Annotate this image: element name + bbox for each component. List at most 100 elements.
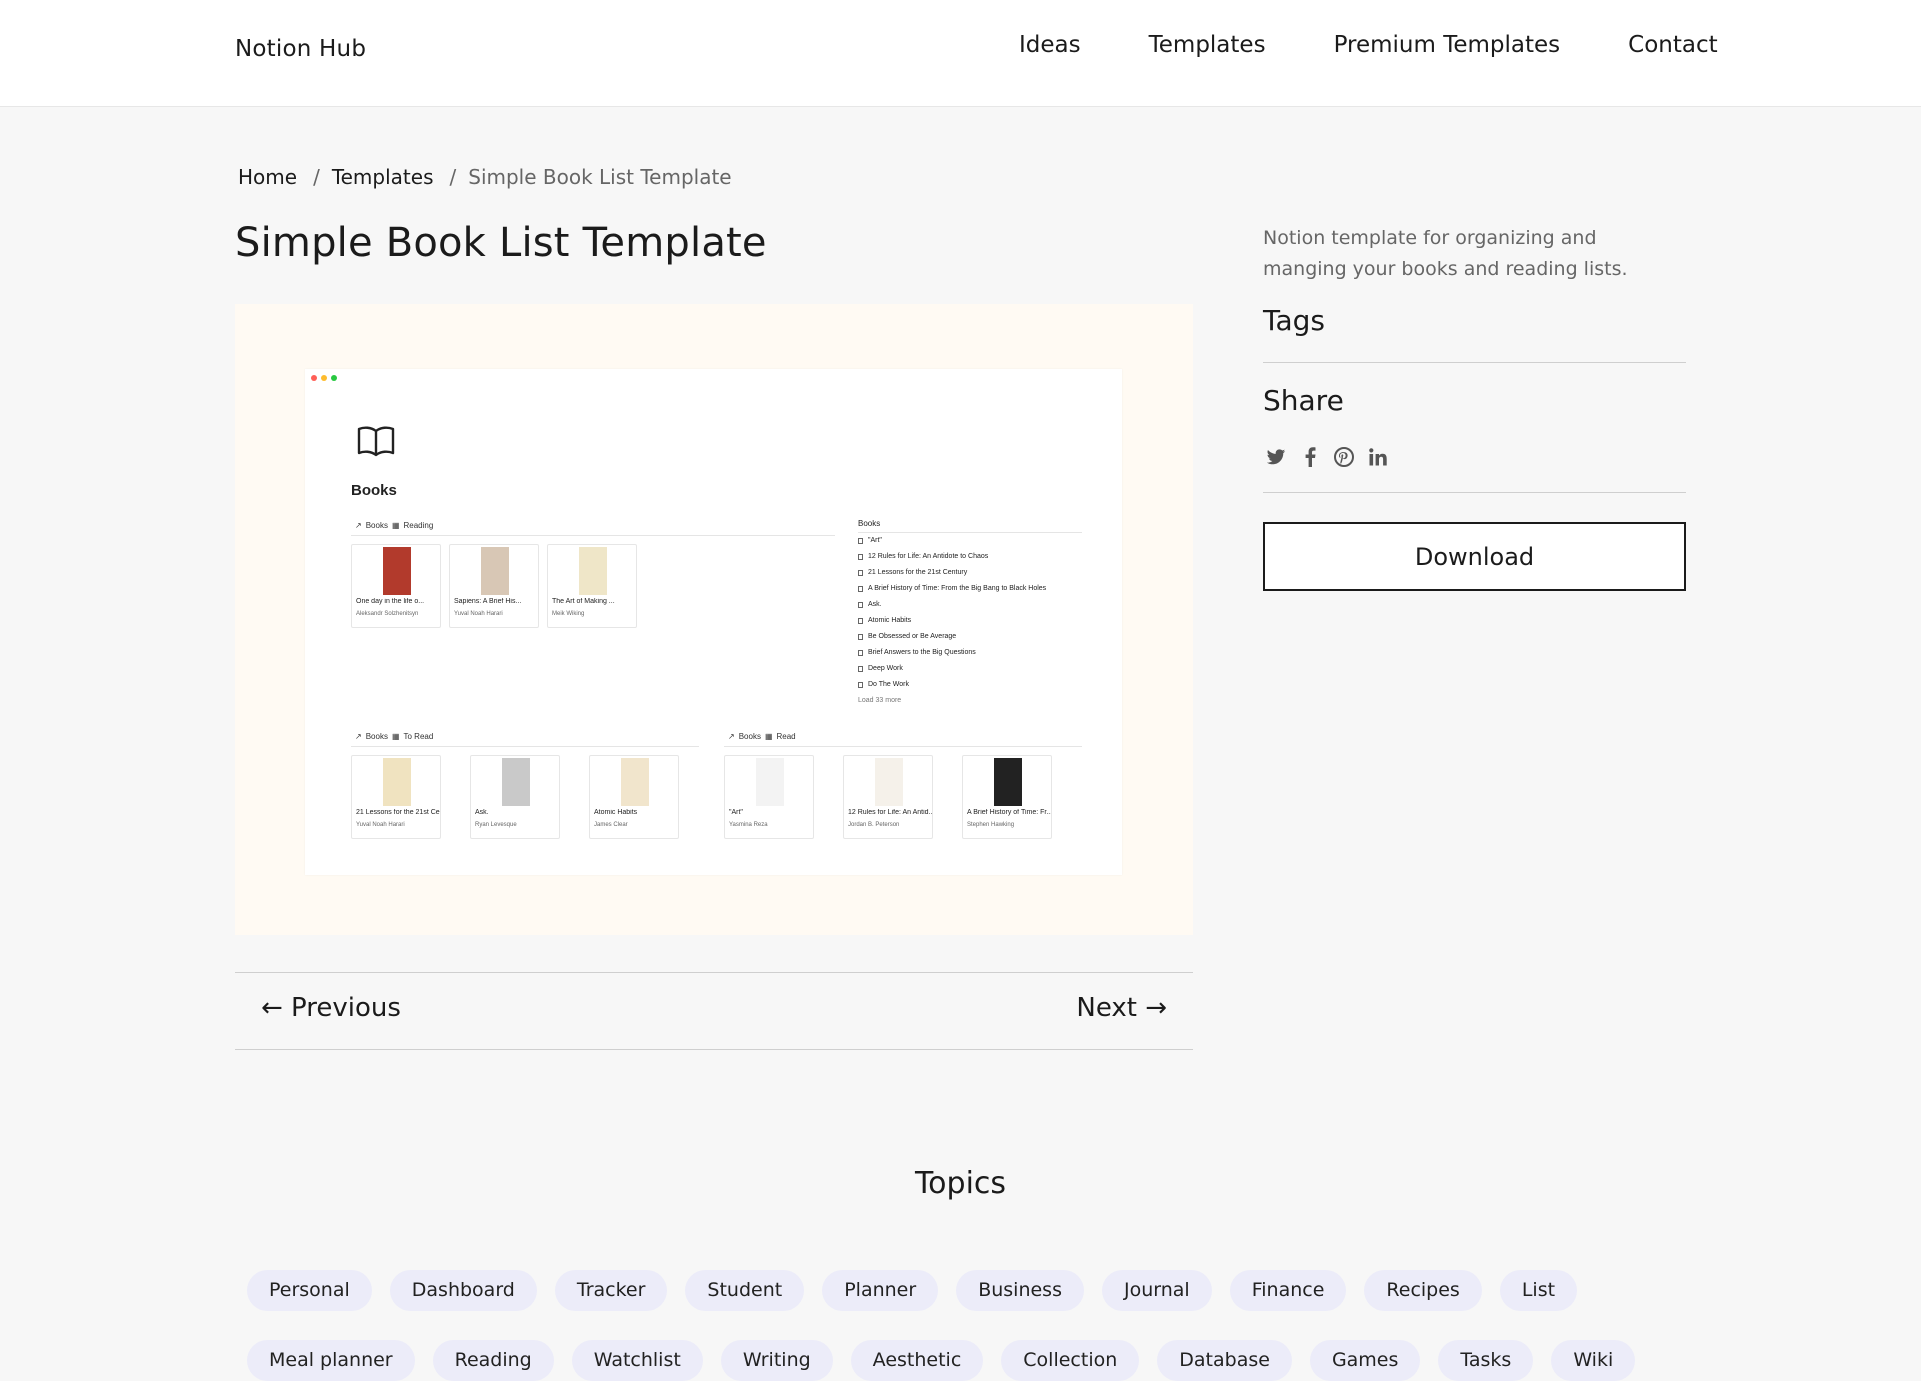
divider <box>351 535 835 536</box>
preview-screenshot: Books ↗ Books ▦ Reading One day in the l… <box>305 369 1122 875</box>
topic-chip[interactable]: List <box>1499 1270 1578 1311</box>
book-card[interactable]: "Art" Yasmina Reza <box>724 755 814 839</box>
preview-heading: Books <box>351 482 397 499</box>
book-title: A Brief History of Time: Fr... <box>967 809 1051 816</box>
book-cover <box>502 758 530 806</box>
book-card[interactable]: Atomic Habits James Clear <box>589 755 679 839</box>
nav-premium-templates[interactable]: Premium Templates <box>1334 30 1561 60</box>
book-list-item-label: Do The Work <box>868 681 909 688</box>
breadcrumb-templates[interactable]: Templates <box>332 165 434 189</box>
divider <box>1263 362 1686 363</box>
topic-chip[interactable]: Planner <box>822 1270 939 1311</box>
book-list-item[interactable]: 21 Lessons for the 21st Century <box>858 565 1082 581</box>
book-title: One day in the life o... <box>356 598 425 605</box>
book-title: "Art" <box>729 809 743 816</box>
topic-chip[interactable]: Watchlist <box>571 1340 703 1381</box>
topic-chip[interactable]: Aesthetic <box>850 1340 984 1381</box>
divider <box>235 972 1193 973</box>
previous-link[interactable]: ← Previous <box>261 993 401 1023</box>
book-list-item[interactable]: Atomic Habits <box>858 613 1082 629</box>
db-view: To Read <box>403 732 434 741</box>
breadcrumb-current: Simple Book List Template <box>468 165 732 189</box>
book-author: Yuval Noah Harari <box>356 822 405 828</box>
nav-ideas[interactable]: Ideas <box>1019 30 1081 60</box>
book-card[interactable]: Sapiens: A Brief His... Yuval Noah Harari <box>449 544 539 628</box>
link-arrow-icon: ↗ <box>355 732 362 741</box>
book-card[interactable]: 12 Rules for Life: An Antid... Jordan B. … <box>843 755 933 839</box>
page-icon <box>858 666 863 672</box>
book-card[interactable]: 21 Lessons for the 21st Ce... Yuval Noah … <box>351 755 441 839</box>
topic-chip[interactable]: Business <box>956 1270 1084 1311</box>
topic-chip[interactable]: Journal <box>1101 1270 1212 1311</box>
page-icon <box>858 602 863 608</box>
book-cover <box>579 547 607 595</box>
breadcrumb-home[interactable]: Home <box>238 165 297 189</box>
book-list-item[interactable]: 12 Rules for Life: An Antidote to Chaos <box>858 549 1082 565</box>
nav-contact[interactable]: Contact <box>1628 30 1717 60</box>
topic-chip[interactable]: Games <box>1309 1340 1421 1381</box>
book-author: Stephen Hawking <box>967 822 1015 828</box>
gallery-icon: ▦ <box>764 732 773 741</box>
book-list-item[interactable]: Ask. <box>858 597 1082 613</box>
db-name: Books <box>365 732 388 741</box>
share-links <box>1265 446 1389 468</box>
next-link[interactable]: Next → <box>1076 993 1167 1023</box>
topic-chip[interactable]: Personal <box>247 1270 372 1311</box>
page-icon <box>858 538 863 544</box>
topic-chip[interactable]: Student <box>685 1270 805 1311</box>
window-dots <box>311 375 337 381</box>
pinterest-icon[interactable] <box>1333 446 1355 468</box>
topic-chip[interactable]: Dashboard <box>389 1270 537 1311</box>
topic-chip[interactable]: Tasks <box>1438 1340 1534 1381</box>
page-icon <box>858 618 863 624</box>
db-view: Reading <box>403 521 434 530</box>
book-card[interactable]: One day in the life o... Aleksandr Solzhe… <box>351 544 441 628</box>
book-card[interactable]: Ask. Ryan Levesque <box>470 755 560 839</box>
books-list-panel: Books "Art" 12 Rules for Life: An Antidot… <box>858 519 1082 709</box>
book-card[interactable]: A Brief History of Time: Fr... Stephen Ha… <box>962 755 1052 839</box>
topic-chip[interactable]: Database <box>1157 1340 1292 1381</box>
book-list-item-label: 12 Rules for Life: An Antidote to Chaos <box>868 553 989 560</box>
page-icon <box>858 650 863 656</box>
book-card[interactable]: The Art of Making ... Meik Wiking <box>547 544 637 628</box>
topic-chip[interactable]: Writing <box>720 1340 833 1381</box>
site-logo[interactable]: Notion Hub <box>235 36 366 62</box>
book-cover <box>383 547 411 595</box>
topic-chip[interactable]: Collection <box>1001 1340 1140 1381</box>
topic-chip[interactable]: Meal planner <box>247 1340 415 1381</box>
window-dot-yellow <box>321 375 327 381</box>
facebook-icon[interactable] <box>1299 446 1321 468</box>
topic-chip[interactable]: Tracker <box>554 1270 668 1311</box>
divider <box>1263 492 1686 493</box>
topic-chip[interactable]: Reading <box>432 1340 554 1381</box>
nav-templates[interactable]: Templates <box>1149 30 1266 60</box>
gallery-icon: ▦ <box>391 521 400 530</box>
twitter-icon[interactable] <box>1265 446 1287 468</box>
book-title: The Art of Making ... <box>552 598 615 605</box>
book-title: Atomic Habits <box>594 809 638 816</box>
breadcrumb-separator: / <box>313 165 320 189</box>
topic-chip[interactable]: Recipes <box>1364 1270 1482 1311</box>
template-preview: Books ↗ Books ▦ Reading One day in the l… <box>235 304 1193 935</box>
book-author: Yuval Noah Harari <box>454 611 503 617</box>
linkedin-icon[interactable] <box>1367 446 1389 468</box>
book-list-item[interactable]: A Brief History of Time: From the Big Ba… <box>858 581 1082 597</box>
link-arrow-icon: ↗ <box>728 732 735 741</box>
page-icon <box>858 570 863 576</box>
book-list-item[interactable]: Brief Answers to the Big Questions <box>858 645 1082 661</box>
topic-chip[interactable]: Wiki <box>1551 1340 1636 1381</box>
book-list-item[interactable]: Be Obsessed or Be Average <box>858 629 1082 645</box>
book-list-item[interactable]: Deep Work <box>858 661 1082 677</box>
read-db-label: ↗ Books ▦ Read <box>728 732 796 741</box>
load-more[interactable]: Load 33 more <box>858 693 1082 709</box>
book-list-item[interactable]: "Art" <box>858 533 1082 549</box>
book-title: 21 Lessons for the 21st Ce... <box>356 809 440 816</box>
breadcrumb: Home / Templates / Simple Book List Temp… <box>238 165 732 189</box>
site-header: Notion Hub Ideas Templates Premium Templ… <box>0 0 1921 107</box>
link-arrow-icon: ↗ <box>355 521 362 530</box>
book-list-item-label: Atomic Habits <box>868 617 912 624</box>
topic-chip[interactable]: Finance <box>1229 1270 1347 1311</box>
download-button[interactable]: Download <box>1263 522 1686 591</box>
book-list-item[interactable]: Do The Work <box>858 677 1082 693</box>
template-description: Notion template for organizing and mangi… <box>1263 227 1628 280</box>
